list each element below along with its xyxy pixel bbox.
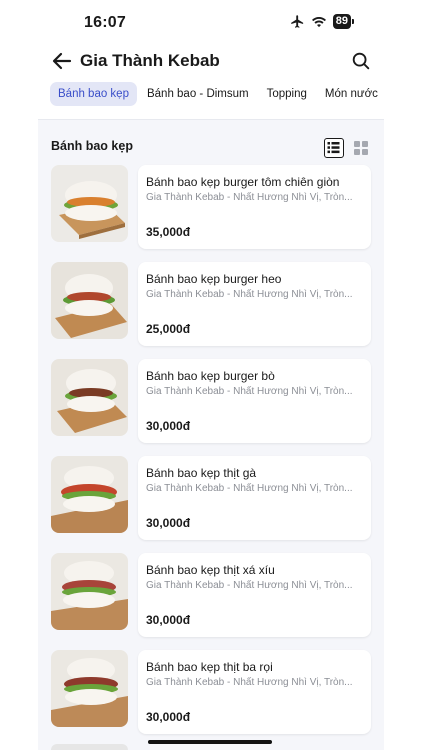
list-item[interactable]: Bánh bao kẹp thịt gà Gia Thành Kebab - N… — [51, 456, 371, 540]
list-item[interactable]: Bánh bao kẹp burger heo Gia Thành Kebab … — [51, 262, 371, 346]
product-price: 30,000đ — [146, 419, 191, 433]
product-shop: Gia Thành Kebab - Nhất Hương Nhì Vị, Trò… — [146, 192, 353, 203]
search-icon[interactable] — [350, 50, 372, 72]
section-title: Bánh bao kẹp — [51, 139, 133, 153]
product-shop: Gia Thành Kebab - Nhất Hương Nhì Vị, Trò… — [146, 483, 353, 494]
next-item-peek — [51, 744, 128, 750]
product-card: Bánh bao kẹp burger heo Gia Thành Kebab … — [138, 262, 371, 346]
wifi-icon — [311, 16, 326, 28]
product-shop: Gia Thành Kebab - Nhất Hương Nhì Vị, Trò… — [146, 580, 353, 591]
product-card: Bánh bao kẹp thịt gà Gia Thành Kebab - N… — [138, 456, 371, 540]
grid-view-icon[interactable] — [354, 141, 368, 155]
tab-banh-bao-dimsum[interactable]: Bánh bao - Dimsum — [139, 82, 257, 106]
product-list: Bánh bao kẹp Bánh bao kẹp burger tôm chi… — [38, 120, 384, 750]
product-price: 30,000đ — [146, 710, 191, 724]
product-name: Bánh bao kẹp burger tôm chiên giòn — [146, 175, 340, 189]
product-image — [51, 553, 128, 630]
product-image — [51, 262, 128, 339]
product-shop: Gia Thành Kebab - Nhất Hương Nhì Vị, Trò… — [146, 677, 353, 688]
arrow-left-icon[interactable] — [50, 49, 74, 73]
battery-indicator: 89 — [332, 14, 354, 29]
home-indicator — [148, 740, 272, 744]
app-screen: 16:07 89 Gia Thành Kebab Bánh bao kẹp Bá… — [38, 0, 384, 750]
product-name: Bánh bao kẹp thịt gà — [146, 466, 257, 480]
page-title: Gia Thành Kebab — [80, 51, 220, 70]
status-bar: 16:07 89 — [38, 0, 384, 44]
product-price: 35,000đ — [146, 225, 191, 239]
list-item[interactable]: Bánh bao kẹp burger bò Gia Thành Kebab -… — [51, 359, 371, 443]
tab-mon-nuoc[interactable]: Món nước — [317, 82, 384, 106]
product-shop: Gia Thành Kebab - Nhất Hương Nhì Vị, Trò… — [146, 386, 353, 397]
tab-banh-bao-kep[interactable]: Bánh bao kẹp — [50, 82, 137, 106]
product-shop: Gia Thành Kebab - Nhất Hương Nhì Vị, Trò… — [146, 289, 353, 300]
product-card: Bánh bao kẹp thịt ba rọi Gia Thành Kebab… — [138, 650, 371, 734]
status-icons: 89 — [290, 14, 354, 29]
product-image — [51, 650, 128, 727]
product-card: Bánh bao kẹp burger tôm chiên giòn Gia T… — [138, 165, 371, 249]
list-item[interactable]: Bánh bao kẹp burger tôm chiên giòn Gia T… — [51, 165, 371, 249]
product-image — [51, 456, 128, 533]
product-name: Bánh bao kẹp thịt xá xíu — [146, 563, 275, 577]
header: Gia Thành Kebab — [38, 44, 384, 78]
product-name: Bánh bao kẹp burger bò — [146, 369, 275, 383]
product-image — [51, 359, 128, 436]
product-card: Bánh bao kẹp burger bò Gia Thành Kebab -… — [138, 359, 371, 443]
product-image — [51, 165, 128, 242]
battery-level: 89 — [332, 14, 351, 29]
airplane-icon — [291, 15, 303, 28]
list-item[interactable]: Bánh bao kẹp thịt xá xíu Gia Thành Kebab… — [51, 553, 371, 637]
category-tabs: Bánh bao kẹp Bánh bao - Dimsum Topping M… — [50, 82, 384, 106]
product-name: Bánh bao kẹp thịt ba rọi — [146, 660, 273, 674]
status-time: 16:07 — [84, 14, 126, 31]
product-price: 30,000đ — [146, 516, 191, 530]
product-price: 25,000đ — [146, 322, 191, 336]
product-price: 30,000đ — [146, 613, 191, 627]
product-card: Bánh bao kẹp thịt xá xíu Gia Thành Kebab… — [138, 553, 371, 637]
list-view-icon[interactable] — [324, 138, 344, 158]
tab-topping[interactable]: Topping — [259, 82, 315, 106]
list-item[interactable]: Bánh bao kẹp thịt ba rọi Gia Thành Kebab… — [51, 650, 371, 734]
product-name: Bánh bao kẹp burger heo — [146, 272, 282, 286]
